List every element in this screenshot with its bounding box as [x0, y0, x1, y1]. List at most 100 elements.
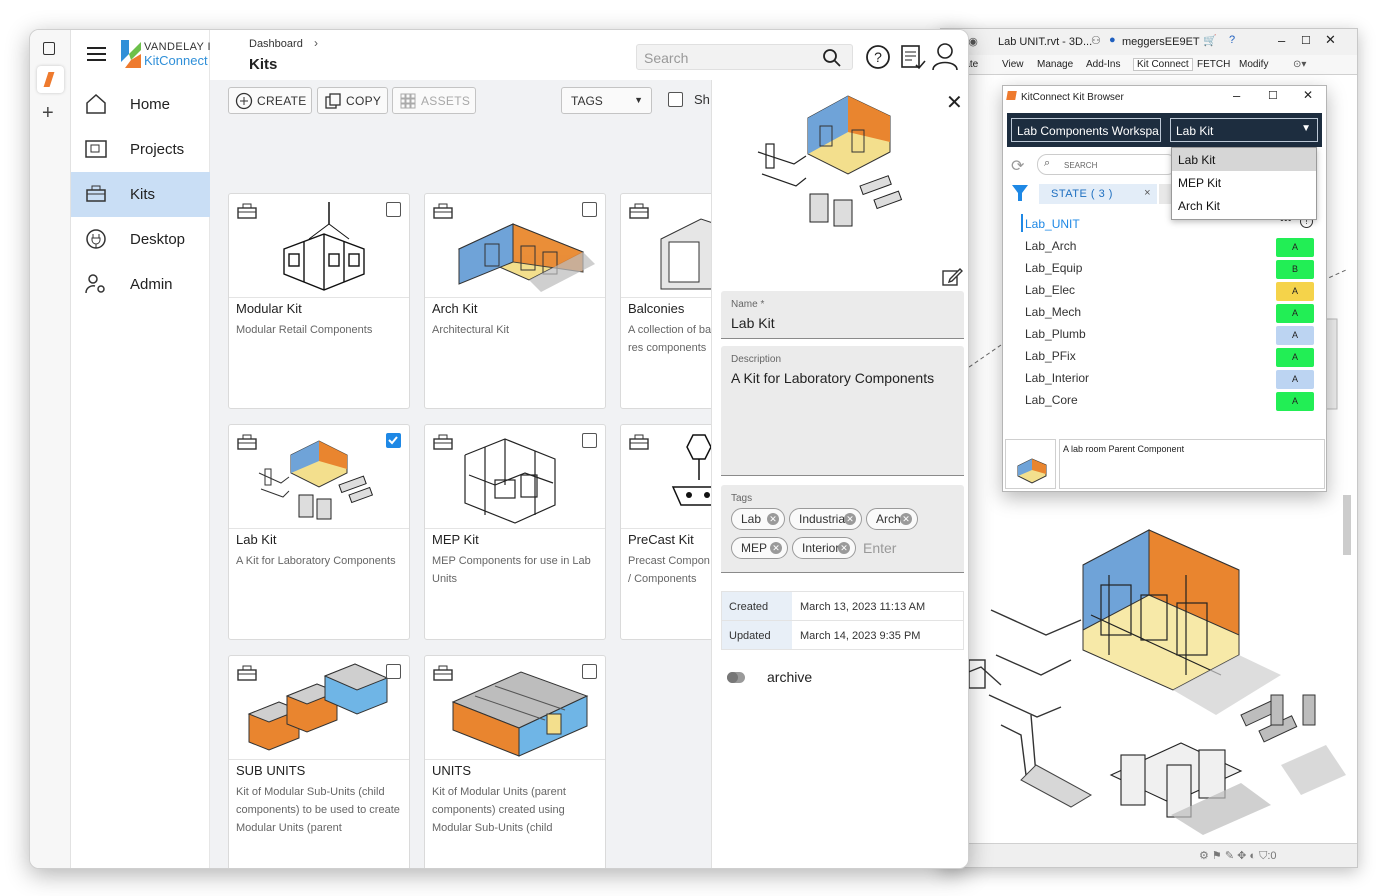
kit-select-checkbox[interactable] [386, 664, 401, 679]
ribbon-tab-modify[interactable]: Modify [1239, 59, 1268, 70]
kit-card-arch-kit[interactable]: Arch Kit Architectural Kit [424, 193, 606, 409]
checklist-notification-icon[interactable] [899, 43, 927, 71]
component-row[interactable]: Lab_Interior A [1025, 368, 1315, 390]
ribbon-tab-manage[interactable]: Manage [1037, 59, 1073, 70]
kit-detail-panel: ✕ Name * Lab Kit Description A Kit for L… [711, 80, 968, 868]
remove-tag-icon[interactable]: ✕ [844, 513, 856, 525]
maximize-icon[interactable]: ☐ [1301, 34, 1311, 47]
tabs-icon[interactable] [43, 42, 55, 55]
component-row[interactable]: Lab_Mech A [1025, 302, 1315, 324]
tags-field[interactable]: Tags Lab ✕ Industrial ✕ Arch ✕ MEP ✕ Interio… [721, 485, 964, 573]
assets-button[interactable]: ASSETS [392, 87, 476, 114]
kit-select-checkbox[interactable] [582, 664, 597, 679]
kitconnect-logo-icon [1006, 91, 1017, 100]
tag-chip[interactable]: Industrial ✕ [789, 508, 862, 530]
state-badge: A [1276, 282, 1314, 301]
state-filter-chip[interactable]: STATE ( 3 ) × [1039, 184, 1157, 204]
help-icon[interactable]: ? [865, 44, 891, 70]
edit-icon[interactable] [941, 266, 963, 288]
sidebar-item-home[interactable]: Home [71, 82, 210, 127]
kit-card-lab-kit[interactable]: Lab Kit A Kit for Laboratory Components [228, 424, 410, 640]
cart-icon[interactable]: 🛒 [1203, 34, 1217, 47]
kit-select[interactable]: Lab Kit ▼ [1170, 118, 1318, 142]
tag-chip[interactable]: MEP ✕ [731, 537, 788, 559]
kit-select-checkbox[interactable] [386, 202, 401, 217]
remove-tag-icon[interactable]: ✕ [770, 542, 782, 554]
copy-button[interactable]: COPY [317, 87, 388, 114]
tag-chip[interactable]: Interior ✕ [792, 537, 856, 559]
kit-icon [629, 434, 649, 450]
minimize-icon[interactable]: – [1278, 33, 1285, 48]
status-icons[interactable]: ⚙ ⚑ ✎ ✥ ◐ ⛉:0 [1199, 849, 1277, 863]
state-badge: A [1276, 392, 1314, 411]
remove-tag-icon[interactable]: ✕ [900, 513, 912, 525]
kit-card-mep-kit[interactable]: MEP Kit MEP Components for use in Lab Un… [424, 424, 606, 640]
workspace-select[interactable]: Lab Components Workspa [1011, 118, 1161, 142]
component-row[interactable]: Lab_Arch A [1025, 236, 1315, 258]
sidebar-item-admin[interactable]: Admin [71, 262, 210, 307]
sidebar-item-desktop[interactable]: Desktop [71, 217, 210, 262]
kit-select-checkbox-checked[interactable] [386, 433, 401, 448]
component-name: Lab_Interior [1025, 371, 1090, 385]
user-icon[interactable]: ● [1109, 34, 1116, 46]
name-field[interactable]: Name * Lab Kit [721, 291, 964, 339]
component-row[interactable]: Lab_Plumb A [1025, 324, 1315, 346]
search-input[interactable]: Search [636, 44, 853, 70]
tag-chip[interactable]: Arch ✕ [866, 508, 918, 530]
remove-tag-icon[interactable]: ✕ [767, 513, 779, 525]
archive-toggle[interactable] [727, 672, 745, 683]
hamburger-menu-icon[interactable] [87, 47, 106, 61]
component-row[interactable]: Lab_PFix A [1025, 346, 1315, 368]
tag-chip[interactable]: Lab ✕ [731, 508, 785, 530]
kit-search-input[interactable]: ⌕ SEARCH [1037, 154, 1177, 175]
breadcrumb[interactable]: Dashboard [249, 38, 303, 50]
ribbon-tab-fetch[interactable]: FETCH [1197, 59, 1230, 70]
close-icon[interactable]: ✕ [1325, 32, 1336, 48]
tags-filter-select[interactable]: TAGS ▼ [561, 87, 652, 114]
kit-name: SUB UNITS [236, 763, 306, 778]
dropdown-option-arch-kit[interactable]: Arch Kit [1172, 194, 1316, 217]
add-icon[interactable]: + [42, 102, 54, 125]
state-filter-label: STATE ( 3 ) [1051, 188, 1113, 200]
sidebar-item-projects[interactable]: Projects [71, 127, 210, 172]
binoculars-icon[interactable]: ⚇ [1091, 34, 1101, 47]
close-icon[interactable]: ✕ [1303, 88, 1313, 102]
revit-user[interactable]: meggersEE9ET [1122, 36, 1200, 48]
help-icon[interactable]: ? [1229, 34, 1235, 46]
filter-icon[interactable] [1011, 184, 1029, 202]
component-row[interactable]: Lab_Equip B [1025, 258, 1315, 280]
dropdown-option-lab-kit[interactable]: Lab Kit [1172, 148, 1316, 171]
minimize-icon[interactable]: – [1233, 88, 1240, 103]
tag-input-placeholder[interactable]: Enter [863, 540, 896, 556]
component-preview-thumb [1005, 439, 1056, 489]
kit-name: MEP Kit [432, 532, 479, 547]
kit-select-checkbox[interactable] [582, 433, 597, 448]
remove-filter-icon[interactable]: × [1144, 187, 1151, 199]
ribbon-options-icon[interactable]: ⊙▾ [1293, 59, 1306, 70]
app-launcher-kitconnect[interactable] [37, 66, 64, 93]
remove-tag-icon[interactable]: ✕ [838, 542, 850, 554]
user-account-icon[interactable] [931, 42, 959, 72]
kit-card-units[interactable]: UNITS Kit of Modular Units (parent compo… [424, 655, 606, 868]
show-checkbox[interactable] [668, 92, 683, 107]
kit-icon [237, 203, 257, 219]
kit-card-sub-units[interactable]: SUB UNITS Kit of Modular Sub-Units (chil… [228, 655, 410, 868]
dropdown-option-mep-kit[interactable]: MEP Kit [1172, 171, 1316, 194]
maximize-icon[interactable]: ☐ [1268, 89, 1278, 102]
ribbon-tab-view[interactable]: View [1002, 59, 1024, 70]
kit-browser-titlebar: KitConnect Kit Browser – ☐ ✕ [1003, 86, 1326, 108]
kit-select-checkbox[interactable] [582, 202, 597, 217]
kit-card-modular-kit[interactable]: Modular Kit Modular Retail Components [228, 193, 410, 409]
refresh-icon[interactable]: ⟳ [1011, 156, 1024, 176]
kit-icon [86, 185, 106, 202]
component-row[interactable]: Lab_Elec A [1025, 280, 1315, 302]
description-field[interactable]: Description A Kit for Laboratory Compone… [721, 346, 964, 476]
create-button[interactable]: CREATE [228, 87, 312, 114]
ribbon-tab-kitconnect[interactable]: Kit Connect [1133, 58, 1193, 71]
search-icon[interactable] [822, 48, 842, 68]
ribbon-tab-addins[interactable]: Add-Ins [1086, 59, 1120, 70]
close-panel-icon[interactable]: ✕ [946, 90, 963, 115]
name-field-label: Name * [731, 299, 765, 310]
sidebar-item-kits[interactable]: Kits [71, 172, 210, 217]
component-row[interactable]: Lab_Core A [1025, 390, 1315, 412]
